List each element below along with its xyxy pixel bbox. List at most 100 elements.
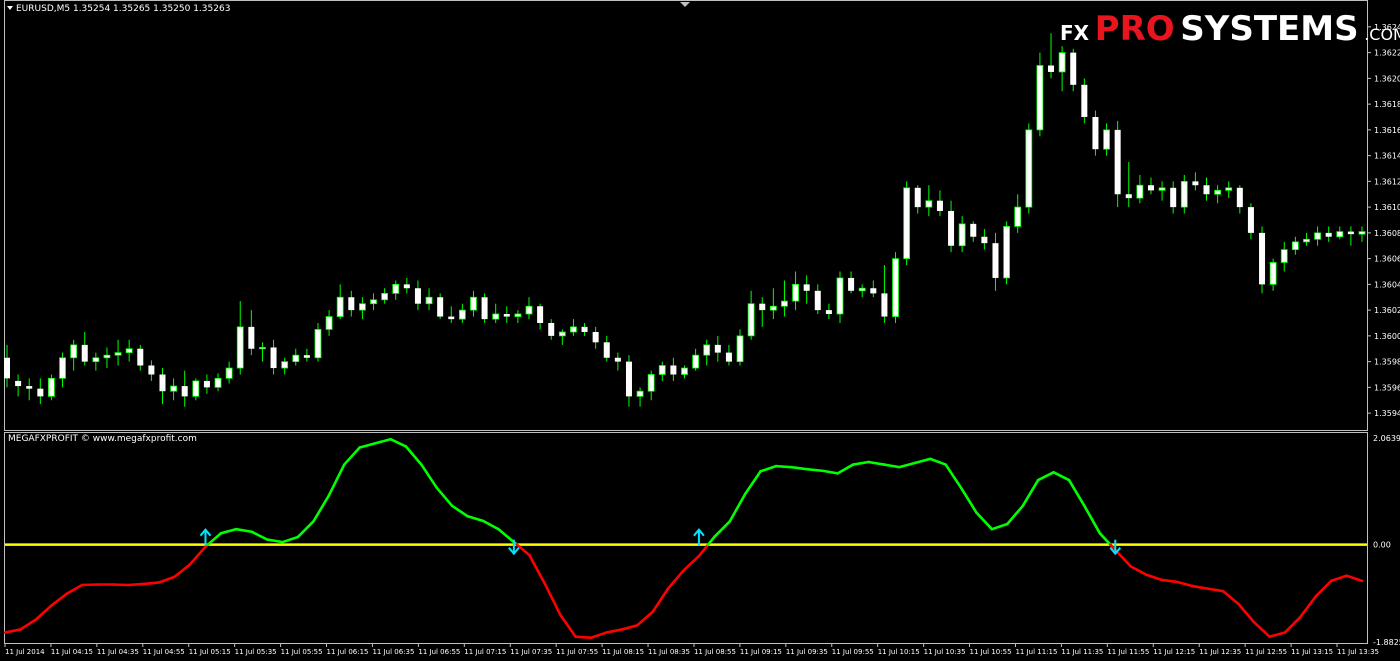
candle-body-bull	[170, 385, 177, 392]
candle-body-bear	[914, 187, 921, 208]
indicator-tick-label: 0.00	[1373, 541, 1391, 550]
candle-body-bull	[336, 296, 344, 317]
time-tick-label: 11 Jul 09:15	[740, 648, 782, 656]
candle-body-bear	[1203, 185, 1210, 195]
price-tick-label: 1.35945	[1374, 409, 1400, 418]
candle-body-bull	[925, 200, 933, 208]
candle-body-bull	[470, 296, 477, 311]
candle-body-bear	[814, 290, 821, 311]
candle-body-bear	[414, 288, 421, 304]
watermark-logo: FX PRO SYSTEMS .COM	[1060, 9, 1400, 49]
mt4-chart-window: EURUSD,M5 1.35254 1.35265 1.35250 1.3526…	[0, 0, 1400, 657]
candle-body-bear	[26, 386, 33, 389]
watermark-fx: FX	[1060, 21, 1090, 45]
candle-body-bear	[437, 297, 444, 317]
candle-body-bear	[981, 236, 988, 244]
candle-body-bull	[1291, 241, 1299, 251]
candle-body-bear	[159, 374, 166, 392]
candle-body-bear	[270, 347, 277, 369]
time-tick-label: 11 Jul 09:35	[786, 648, 828, 656]
candle-body-bear	[537, 306, 544, 323]
candle-body-bull	[703, 344, 711, 356]
candle-body-bull	[1136, 184, 1144, 199]
candle-body-bear	[825, 310, 832, 314]
candle	[903, 181, 911, 266]
candle-body-bull	[214, 377, 222, 388]
candle-body-bear	[1325, 232, 1332, 237]
candle-body-bull	[48, 377, 55, 397]
candle-body-bear	[248, 326, 255, 349]
candle-body-bear	[803, 284, 810, 291]
candle-body-bear	[181, 386, 188, 397]
candle-body-bull	[1180, 180, 1188, 208]
candle-body-bull	[92, 357, 100, 363]
time-tick-label: 11 Jul 08:35	[648, 648, 690, 656]
candle	[892, 252, 899, 323]
oscillator-segment-down	[127, 582, 146, 587]
candle-body-bull	[103, 354, 111, 359]
candle-body-bear	[15, 380, 22, 387]
oscillator-segment-down	[142, 581, 161, 586]
time-tick-label: 11 Jul 10:35	[924, 648, 966, 656]
time-tick-label: 11 Jul 13:35	[1337, 648, 1379, 656]
candle-body-bear	[1347, 231, 1354, 235]
candle-body-bull	[1358, 231, 1366, 235]
price-tick-label: 1.36125	[1374, 177, 1400, 186]
candle-body-bear	[936, 200, 943, 211]
candle-body-bull	[1036, 65, 1044, 131]
candle-body-bull	[359, 303, 366, 311]
price-tick-label: 1.36045	[1374, 280, 1400, 289]
symbol-header: EURUSD,M5 1.35254 1.35265 1.35250 1.3526…	[16, 4, 230, 14]
candle-body-bear	[448, 316, 455, 320]
candle-body-bear	[303, 355, 310, 358]
time-tick-label: 11 Jul 07:55	[556, 648, 598, 656]
price-tick-label: 1.36025	[1374, 306, 1400, 315]
candle-body-bull	[836, 277, 844, 315]
price-tick-label: 1.36005	[1374, 332, 1400, 341]
candle-body-bull	[314, 329, 322, 359]
price-tick-label: 1.36085	[1374, 229, 1400, 238]
candle-body-bull	[692, 354, 700, 369]
time-tick-label: 11 Jul 09:55	[832, 648, 874, 656]
candle-body-bear	[948, 210, 955, 246]
candle-body-bull	[225, 367, 233, 379]
price-tick-label: 1.36165	[1374, 126, 1400, 135]
candle-body-bull	[958, 223, 966, 247]
candle-body-bear	[37, 388, 44, 397]
candle-body-bear	[1092, 117, 1099, 150]
candle-body-bull	[525, 305, 533, 315]
candle-body-bull	[492, 313, 500, 320]
oscillator-segment-down	[574, 635, 593, 640]
indicator-tick-label: -1.88258	[1373, 638, 1400, 647]
candle-body-bull	[1025, 129, 1033, 208]
candle-body-bull	[381, 292, 389, 301]
time-tick-label: 11 Jul 04:15	[51, 648, 93, 656]
candle-body-bull	[1103, 129, 1110, 150]
candle	[48, 374, 55, 401]
price-tick-label: 1.35985	[1374, 358, 1400, 367]
candle-body-bear	[592, 332, 599, 343]
time-tick-label: 11 Jul 06:35	[372, 648, 414, 656]
oscillator-segment-up	[774, 464, 793, 469]
time-tick-label: 11 Jul 06:15	[327, 648, 369, 656]
candle	[1092, 110, 1099, 156]
candle-body-bull	[114, 352, 122, 356]
candle	[1114, 120, 1121, 208]
candle-body-bull	[769, 305, 777, 311]
price-tick-label: 1.35965	[1374, 383, 1400, 392]
candle-body-bear	[548, 323, 555, 336]
candle-body-bear	[759, 303, 766, 311]
time-tick-label: 11 Jul 12:15	[1153, 648, 1195, 656]
time-tick-label: 11 Jul 08:15	[602, 648, 644, 656]
price-tick-label: 1.36225	[1374, 49, 1400, 58]
time-tick-label: 11 Jul 12:55	[1245, 648, 1287, 656]
candle-body-bull	[1336, 231, 1344, 238]
candle-body-bull	[681, 367, 688, 375]
candle-body-bull	[1225, 187, 1233, 191]
candle-body-bear	[725, 352, 732, 362]
candle-body-bear	[148, 365, 155, 375]
indicator-label: MEGAFXPROFIT © www.megafxprofit.com	[8, 434, 197, 444]
candle-body-bear	[203, 380, 210, 388]
candle-body-bull	[59, 357, 66, 379]
candle-body-bear	[403, 284, 410, 289]
